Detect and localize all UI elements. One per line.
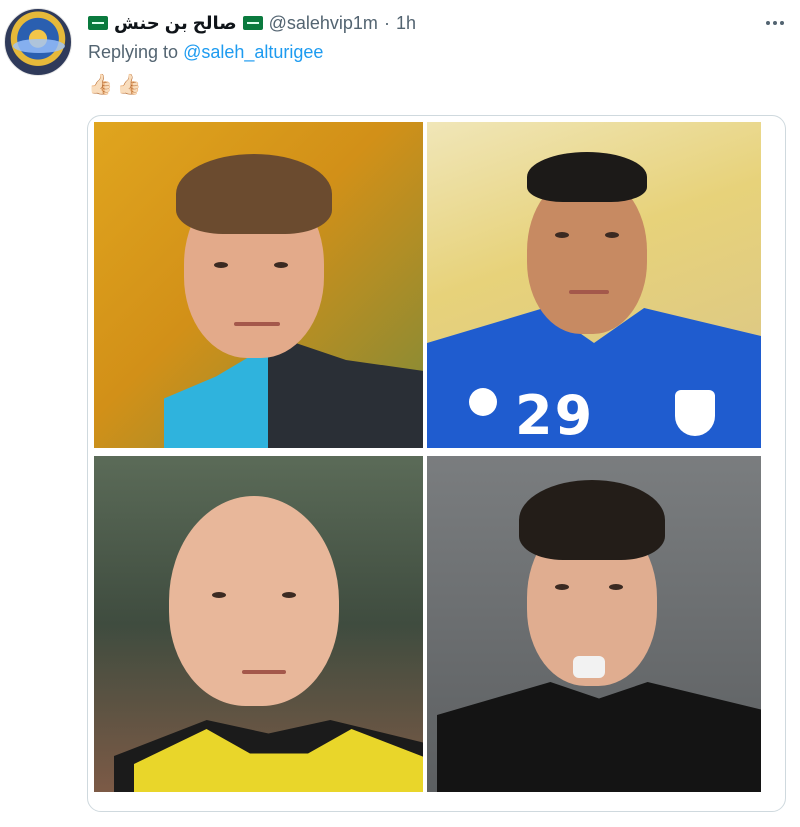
avatar[interactable] — [4, 8, 72, 76]
more-options-button[interactable] — [760, 12, 790, 34]
more-dot-icon — [773, 21, 777, 25]
media-container[interactable]: 29 — [87, 115, 786, 812]
display-name[interactable]: صالح بن حنش — [114, 13, 237, 34]
eye — [609, 584, 623, 590]
eye — [212, 592, 226, 598]
eye — [282, 592, 296, 598]
eye — [214, 262, 228, 268]
more-dot-icon — [780, 21, 784, 25]
mouth — [242, 670, 286, 674]
reply-prefix: Replying to — [88, 42, 179, 62]
eye — [555, 232, 569, 238]
reply-to-link[interactable]: @saleh_alturigee — [183, 42, 323, 62]
separator-dot: · — [383, 12, 390, 33]
timestamp[interactable]: 1h — [396, 13, 416, 34]
shirt — [437, 682, 761, 792]
sponsor-logo-icon — [469, 388, 497, 416]
face — [169, 496, 339, 706]
user-handle[interactable]: @salehvip1m — [269, 13, 378, 34]
thumbs-up-emoji: 👍🏻 — [88, 74, 113, 96]
jersey-number: 29 — [515, 384, 595, 447]
saudi-flag-icon — [88, 16, 108, 30]
eye — [555, 584, 569, 590]
tweet: صالح بن حنش @salehvip1m · 1h Replying to… — [0, 0, 800, 827]
tweet-text: 👍🏻 👍🏻 — [88, 74, 142, 96]
mouth — [234, 322, 280, 326]
tweet-header: صالح بن حنش @salehvip1m · 1h — [88, 10, 416, 36]
hair — [519, 480, 665, 560]
shirt — [164, 338, 423, 448]
whistle-icon — [573, 656, 605, 678]
eye — [605, 232, 619, 238]
referee-bald-yellow-shirt-photo[interactable] — [94, 456, 423, 792]
more-dot-icon — [766, 21, 770, 25]
referee-blue-collar-photo[interactable] — [94, 122, 423, 448]
club-crest-icon — [675, 390, 715, 436]
player-blue-jersey-29-photo[interactable]: 29 — [427, 122, 761, 448]
hair — [527, 152, 647, 202]
saudi-flag-icon — [242, 16, 263, 30]
photo-grid: 29 — [94, 122, 761, 807]
hair — [176, 154, 332, 234]
eye — [274, 262, 288, 268]
reply-context: Replying to @saleh_alturigee — [88, 42, 323, 63]
thumbs-up-emoji: 👍🏻 — [116, 74, 142, 96]
mouth — [569, 290, 609, 294]
avatar-art — [13, 39, 65, 53]
referee-whistle-black-shirt-photo[interactable] — [427, 456, 761, 792]
